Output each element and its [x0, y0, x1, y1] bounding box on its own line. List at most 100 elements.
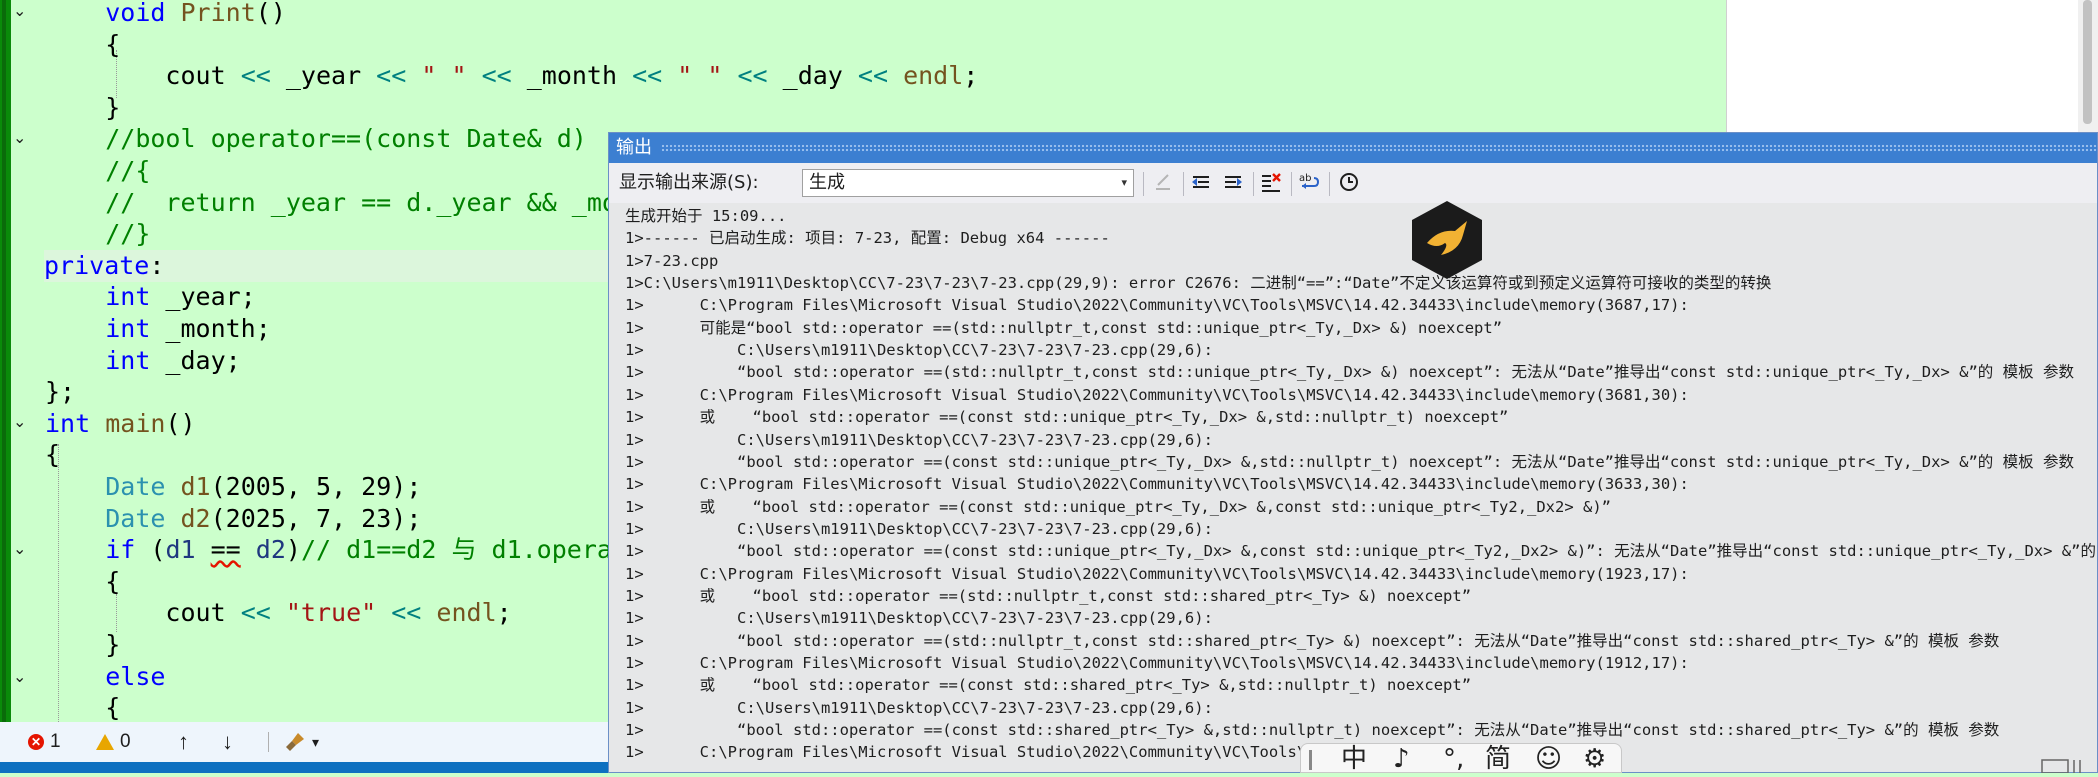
- ime-simplified-toggle[interactable]: 简: [1485, 742, 1511, 776]
- scrollbar-thumb[interactable]: [2083, 0, 2092, 124]
- toggle-word-wrap-button[interactable]: ab: [1297, 171, 1321, 195]
- output-log[interactable]: 生成开始于 15:09... 1>------ 已启动生成: 项目: 7-23, …: [609, 203, 2097, 772]
- code-line[interactable]: {: [45, 566, 120, 598]
- ime-mode-toggle[interactable]: 中: [1341, 742, 1367, 776]
- show-timestamps-button[interactable]: [1337, 171, 1361, 195]
- code-cleanup-button[interactable]: ▾: [284, 722, 319, 762]
- log-line: 1> 或 “bool std::operator ==(std::nullptr…: [625, 587, 1472, 605]
- chevron-down-icon: ▾: [312, 734, 320, 750]
- log-line: 1>7-23.cpp: [625, 252, 719, 270]
- log-line: 1> “bool std::operator ==(const std::sha…: [625, 721, 2000, 739]
- previous-issue-button[interactable]: ↑: [178, 722, 189, 762]
- fold-toggle-icon[interactable]: ⌄: [13, 540, 31, 558]
- log-line: 生成开始于 15:09...: [625, 207, 787, 225]
- code-line[interactable]: }: [45, 629, 120, 661]
- log-line: 1> C:\Program Files\Microsoft Visual Stu…: [625, 386, 1689, 404]
- code-line[interactable]: int _month;: [45, 313, 271, 345]
- code-line[interactable]: void Print(): [45, 0, 286, 29]
- code-line[interactable]: {: [45, 692, 120, 722]
- log-line: 1> C:\Users\m1911\Desktop\CC\7-23\7-23\7…: [625, 431, 1213, 449]
- output-title: 输出: [616, 137, 652, 158]
- code-line[interactable]: int main(): [45, 408, 196, 440]
- log-line: 1> 或 “bool std::operator ==(const std::u…: [625, 498, 1612, 516]
- error-icon: ✕: [28, 734, 44, 750]
- arrow-down-icon: ↓: [222, 729, 233, 754]
- settings-gear-icon[interactable]: ⚙: [1583, 742, 1606, 776]
- next-message-button[interactable]: [1221, 171, 1245, 195]
- warning-icon: [96, 734, 114, 750]
- code-line[interactable]: };: [45, 376, 75, 408]
- code-line[interactable]: {: [45, 439, 60, 471]
- log-line: 1> C:\Program Files\Microsoft Visual Stu…: [625, 743, 1344, 761]
- side-panel: [1726, 0, 2098, 132]
- previous-message-button[interactable]: [1189, 171, 1213, 195]
- output-source-select[interactable]: 生成 ▾: [802, 169, 1134, 197]
- bird-app-icon[interactable]: [1409, 199, 1485, 281]
- log-line: 1> “bool std::operator ==(std::nullptr_t…: [625, 363, 2074, 381]
- broom-icon: [286, 733, 304, 751]
- log-line: 1> C:\Users\m1911\Desktop\CC\7-23\7-23\7…: [625, 520, 1213, 538]
- fold-toggle-icon[interactable]: ⌄: [13, 2, 31, 20]
- code-line[interactable]: }: [45, 92, 120, 124]
- log-line: 1> “bool std::operator ==(const std::uni…: [625, 453, 2074, 471]
- code-line[interactable]: {: [45, 29, 120, 61]
- code-line[interactable]: // return _year == d._year && _mo: [45, 187, 617, 219]
- editor-status-bar: ✕ 1 0 ↑ ↓ ▾: [0, 722, 610, 762]
- fold-toggle-icon[interactable]: ⌄: [13, 129, 31, 147]
- clock-icon: [1340, 173, 1358, 191]
- error-count-button[interactable]: ✕ 1: [28, 722, 61, 762]
- fold-toggle-icon[interactable]: ⌄: [13, 668, 31, 686]
- log-line: 1> C:\Users\m1911\Desktop\CC\7-23\7-23\7…: [625, 699, 1213, 717]
- log-line: 1>C:\Users\m1911\Desktop\CC\7-23\7-23\7-…: [625, 274, 1772, 292]
- output-window[interactable]: 输出 显示输出来源(S): 生成 ▾ ab 生成开始于 15:09... 1>-…: [608, 132, 2098, 773]
- ime-punctuation-icon[interactable]: ♪: [1393, 742, 1410, 776]
- previous-message-icon: [1192, 176, 1209, 188]
- drag-grip[interactable]: [661, 144, 2097, 152]
- error-count: 1: [50, 731, 61, 752]
- ime-toolbar[interactable]: 中 ♪ °, 简 ☺ ⚙: [1300, 742, 1622, 776]
- code-line[interactable]: Date d1(2005, 5, 29);: [45, 471, 421, 503]
- find-location-icon: [1156, 174, 1170, 190]
- next-message-icon: [1225, 176, 1242, 188]
- code-line[interactable]: //bool operator==(const Date& d): [45, 123, 587, 155]
- keyboard-icon[interactable]: [2040, 757, 2086, 774]
- warning-count: 0: [120, 731, 131, 752]
- svg-text:ab: ab: [1299, 173, 1311, 184]
- ime-fullwidth-icon[interactable]: °,: [1443, 742, 1464, 776]
- log-line: 1> C:\Program Files\Microsoft Visual Stu…: [625, 475, 1689, 493]
- warning-count-button[interactable]: 0: [96, 722, 131, 762]
- code-line[interactable]: int _day;: [45, 345, 240, 377]
- code-line[interactable]: else: [45, 661, 165, 693]
- code-line[interactable]: //{: [45, 155, 150, 187]
- code-line[interactable]: if (d1 == d2)// d1==d2 与 d1.opera: [45, 534, 612, 566]
- log-line: 1> C:\Users\m1911\Desktop\CC\7-23\7-23\7…: [625, 341, 1213, 359]
- log-line: 1> 或 “bool std::operator ==(const std::u…: [625, 408, 1509, 426]
- clear-all-icon: [1262, 173, 1281, 192]
- code-line[interactable]: int _year;: [45, 281, 256, 313]
- log-line: 1> C:\Users\m1911\Desktop\CC\7-23\7-23\7…: [625, 609, 1213, 627]
- fold-toggle-icon[interactable]: ⌄: [13, 413, 31, 431]
- output-titlebar[interactable]: 输出: [609, 133, 2097, 163]
- source-label: 显示输出来源(S):: [619, 172, 759, 193]
- log-line: 1> “bool std::operator ==(const std::uni…: [625, 542, 2096, 560]
- code-line[interactable]: //}: [45, 218, 150, 250]
- next-issue-button[interactable]: ↓: [222, 722, 233, 762]
- arrow-up-icon: ↑: [178, 729, 189, 754]
- source-value: 生成: [809, 172, 845, 193]
- code-line[interactable]: Date d2(2025, 7, 23);: [45, 503, 421, 535]
- log-line: 1> 可能是“bool std::operator ==(std::nullpt…: [625, 319, 1503, 337]
- chevron-down-icon: ▾: [1121, 176, 1127, 189]
- code-line[interactable]: cout << "true" << endl;: [45, 597, 511, 629]
- code-line[interactable]: cout << _year << " " << _month << " " <<…: [45, 60, 978, 92]
- emoji-icon[interactable]: ☺: [1535, 742, 1562, 776]
- go-to-location-button[interactable]: [1151, 171, 1175, 195]
- clear-all-button[interactable]: [1259, 171, 1283, 195]
- log-line: 1> 或 “bool std::operator ==(const std::s…: [625, 676, 1472, 694]
- output-toolbar: 显示输出来源(S): 生成 ▾ ab: [609, 163, 2097, 203]
- log-line: 1>------ 已启动生成: 项目: 7-23, 配置: Debug x64 …: [625, 229, 1110, 247]
- vertical-scrollbar[interactable]: [2078, 0, 2098, 132]
- log-line: 1> C:\Program Files\Microsoft Visual Stu…: [625, 654, 1689, 672]
- log-line: 1> C:\Program Files\Microsoft Visual Stu…: [625, 296, 1689, 314]
- change-tracking-margin: [0, 0, 11, 722]
- log-line: 1> C:\Program Files\Microsoft Visual Stu…: [625, 565, 1689, 583]
